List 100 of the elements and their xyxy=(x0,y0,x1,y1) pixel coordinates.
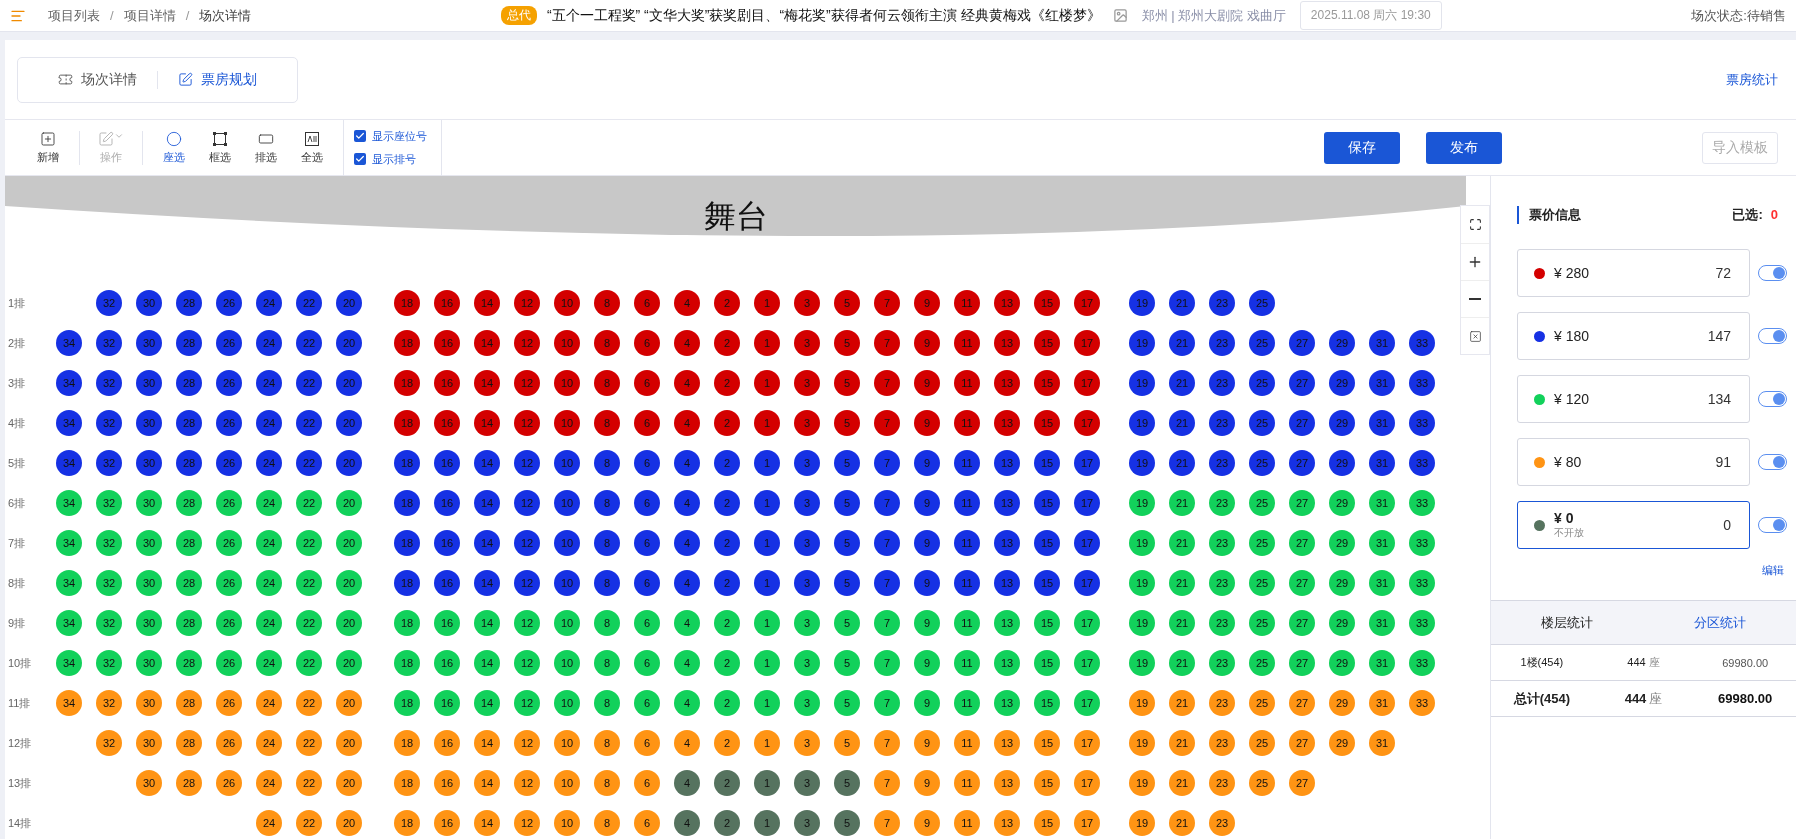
seat[interactable]: 28 xyxy=(176,530,202,556)
seat[interactable]: 25 xyxy=(1249,690,1275,716)
seat[interactable]: 3 xyxy=(794,330,820,356)
seat[interactable]: 31 xyxy=(1369,650,1395,676)
edit-link[interactable]: 编辑 xyxy=(1762,563,1784,578)
seat[interactable]: 17 xyxy=(1074,370,1100,396)
seat[interactable]: 28 xyxy=(176,490,202,516)
seat[interactable]: 3 xyxy=(794,610,820,636)
seat[interactable]: 21 xyxy=(1169,530,1195,556)
breadcrumb-link[interactable]: 项目详情 xyxy=(123,6,176,25)
seat[interactable]: 28 xyxy=(176,690,202,716)
seat[interactable]: 20 xyxy=(336,570,362,596)
seat[interactable]: 24 xyxy=(256,770,282,796)
seat[interactable]: 22 xyxy=(296,530,322,556)
seat[interactable]: 13 xyxy=(994,690,1020,716)
seat[interactable]: 3 xyxy=(794,770,820,796)
seat[interactable]: 17 xyxy=(1074,330,1100,356)
seat[interactable]: 13 xyxy=(994,610,1020,636)
seat[interactable]: 29 xyxy=(1329,690,1355,716)
seat[interactable]: 19 xyxy=(1129,690,1155,716)
seat[interactable]: 12 xyxy=(514,330,540,356)
seat[interactable]: 11 xyxy=(954,650,980,676)
seat[interactable]: 10 xyxy=(554,370,580,396)
seat[interactable]: 20 xyxy=(336,650,362,676)
seat[interactable]: 10 xyxy=(554,290,580,316)
seat[interactable]: 4 xyxy=(674,730,700,756)
seat[interactable]: 31 xyxy=(1369,490,1395,516)
seat[interactable]: 18 xyxy=(394,690,420,716)
seat[interactable]: 5 xyxy=(834,370,860,396)
seat[interactable]: 12 xyxy=(514,730,540,756)
seat[interactable]: 15 xyxy=(1034,410,1060,436)
seat[interactable]: 32 xyxy=(96,650,122,676)
seat[interactable]: 4 xyxy=(674,810,700,836)
seat[interactable]: 33 xyxy=(1409,490,1435,516)
seat[interactable]: 21 xyxy=(1169,730,1195,756)
seat[interactable]: 10 xyxy=(554,650,580,676)
seat[interactable]: 13 xyxy=(994,330,1020,356)
seat[interactable]: 26 xyxy=(216,610,242,636)
seat[interactable]: 20 xyxy=(336,490,362,516)
tool-button[interactable]: 框选 xyxy=(199,130,241,165)
seat[interactable]: 22 xyxy=(296,610,322,636)
seat[interactable]: 7 xyxy=(874,650,900,676)
seat[interactable]: 6 xyxy=(634,330,660,356)
seat[interactable]: 1 xyxy=(754,770,780,796)
seat[interactable]: 24 xyxy=(256,530,282,556)
seat[interactable]: 28 xyxy=(176,570,202,596)
seat[interactable]: 34 xyxy=(56,610,82,636)
seat[interactable]: 16 xyxy=(434,770,460,796)
seat[interactable]: 5 xyxy=(834,410,860,436)
seat[interactable]: 20 xyxy=(336,730,362,756)
seat[interactable]: 4 xyxy=(674,330,700,356)
seat[interactable]: 12 xyxy=(514,690,540,716)
seat[interactable]: 1 xyxy=(754,610,780,636)
stats-link[interactable]: 票房统计 xyxy=(1726,70,1778,89)
seat[interactable]: 8 xyxy=(594,410,620,436)
seat[interactable]: 1 xyxy=(754,730,780,756)
seat[interactable]: 17 xyxy=(1074,690,1100,716)
seat[interactable]: 20 xyxy=(336,690,362,716)
seat[interactable]: 9 xyxy=(914,370,940,396)
seat[interactable]: 7 xyxy=(874,730,900,756)
seat[interactable]: 26 xyxy=(216,690,242,716)
seat[interactable]: 19 xyxy=(1129,570,1155,596)
seat[interactable]: 22 xyxy=(296,730,322,756)
seat[interactable]: 12 xyxy=(514,370,540,396)
seat[interactable]: 4 xyxy=(674,770,700,796)
stats-tab[interactable]: 分区统计 xyxy=(1643,613,1796,632)
seat[interactable]: 5 xyxy=(834,650,860,676)
seat[interactable]: 2 xyxy=(714,330,740,356)
seat[interactable]: 3 xyxy=(794,650,820,676)
tool-button[interactable]: 新增 xyxy=(27,130,69,165)
seat[interactable]: 25 xyxy=(1249,490,1275,516)
seat[interactable]: 27 xyxy=(1289,730,1315,756)
seat[interactable]: 7 xyxy=(874,770,900,796)
seat[interactable]: 3 xyxy=(794,730,820,756)
seat[interactable]: 3 xyxy=(794,690,820,716)
seat[interactable]: 6 xyxy=(634,370,660,396)
seat[interactable]: 16 xyxy=(434,290,460,316)
price-card[interactable]: ¥ 180 147 xyxy=(1517,312,1750,360)
seat[interactable]: 9 xyxy=(914,770,940,796)
seat[interactable]: 4 xyxy=(674,650,700,676)
seat[interactable]: 23 xyxy=(1209,730,1235,756)
seat[interactable]: 27 xyxy=(1289,650,1315,676)
seat[interactable]: 19 xyxy=(1129,730,1155,756)
seat[interactable]: 7 xyxy=(874,330,900,356)
seat[interactable]: 27 xyxy=(1289,530,1315,556)
seat[interactable]: 17 xyxy=(1074,810,1100,836)
toggle-switch[interactable] xyxy=(1758,328,1787,344)
seat[interactable]: 6 xyxy=(634,410,660,436)
seat[interactable]: 7 xyxy=(874,410,900,436)
seat[interactable]: 6 xyxy=(634,650,660,676)
seat[interactable]: 3 xyxy=(794,370,820,396)
seat[interactable]: 21 xyxy=(1169,570,1195,596)
seat[interactable]: 11 xyxy=(954,610,980,636)
seat[interactable]: 26 xyxy=(216,570,242,596)
seat[interactable]: 11 xyxy=(954,370,980,396)
seat[interactable]: 23 xyxy=(1209,610,1235,636)
seat[interactable]: 14 xyxy=(474,330,500,356)
seat[interactable]: 7 xyxy=(874,370,900,396)
seat[interactable]: 23 xyxy=(1209,810,1235,836)
seat[interactable]: 12 xyxy=(514,290,540,316)
